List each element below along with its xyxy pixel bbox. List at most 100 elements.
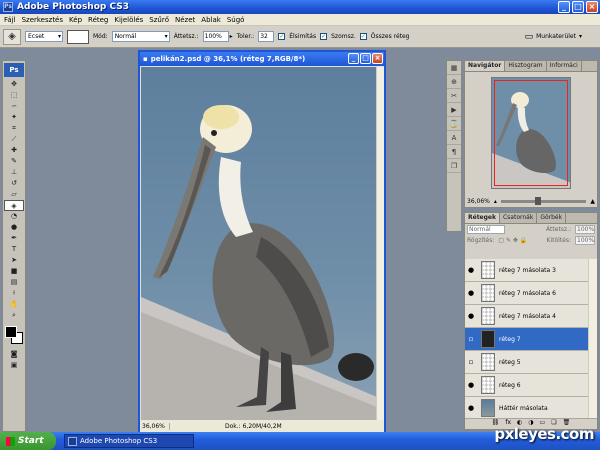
- maximize-button[interactable]: □: [572, 1, 584, 13]
- workspace-icon: ▭: [524, 31, 534, 42]
- tab-navigator[interactable]: Navigátor: [465, 61, 506, 71]
- dodge-tool-icon[interactable]: ●: [4, 222, 24, 233]
- doc-close-button[interactable]: ×: [372, 53, 383, 64]
- tool-presets-icon[interactable]: ✂: [447, 89, 461, 103]
- eye-icon[interactable]: ●: [465, 404, 477, 412]
- tab-histogram[interactable]: Hisztogram: [505, 61, 547, 71]
- brush-tool-icon[interactable]: ✎: [4, 156, 24, 167]
- minimize-button[interactable]: _: [558, 1, 570, 13]
- hand-tool-icon[interactable]: ✋: [4, 299, 24, 310]
- doc-maximize-button[interactable]: □: [360, 53, 371, 64]
- notes-tool-icon[interactable]: ▤: [4, 277, 24, 288]
- layer-row[interactable]: ● réteg 7 másolata 3: [465, 259, 589, 282]
- preset-dropdown[interactable]: Ecset: [25, 31, 63, 42]
- start-button[interactable]: Start: [0, 432, 56, 450]
- workspace-switcher[interactable]: ▭ Munkaterület ▾: [525, 32, 582, 42]
- mode-dropdown[interactable]: Normál: [111, 31, 170, 42]
- navigator-view-box[interactable]: [494, 80, 568, 186]
- clone-stamp-tool-icon[interactable]: ⊥: [4, 167, 24, 178]
- character-icon[interactable]: A: [447, 131, 461, 145]
- eye-icon[interactable]: ●: [465, 312, 477, 320]
- tab-layers[interactable]: Rétegek: [465, 213, 500, 223]
- eye-hidden-icon[interactable]: ▫: [465, 335, 477, 343]
- menu-edit[interactable]: Szerkesztés: [22, 16, 63, 24]
- menu-image[interactable]: Kép: [69, 16, 82, 24]
- zoom-out-icon[interactable]: ▴: [494, 198, 497, 205]
- tab-info[interactable]: Informáci: [547, 61, 582, 71]
- paint-bucket-tool-icon[interactable]: ◈: [3, 28, 21, 45]
- history-icon[interactable]: ⌛: [447, 117, 461, 131]
- antialias-checkbox[interactable]: ✓: [278, 33, 286, 40]
- navigator-zoom-slider[interactable]: [500, 197, 587, 205]
- healing-brush-tool-icon[interactable]: ✚: [4, 145, 24, 156]
- actions-icon[interactable]: ▶: [447, 103, 461, 117]
- shape-tool-icon[interactable]: ■: [4, 266, 24, 277]
- menu-help[interactable]: Súgó: [227, 16, 245, 24]
- contiguous-checkbox[interactable]: ✓: [320, 33, 328, 40]
- document-vertical-scrollbar[interactable]: [376, 67, 384, 420]
- photoshop-task-icon: [68, 436, 77, 446]
- menu-view[interactable]: Nézet: [175, 16, 195, 24]
- brushes-panel-icon[interactable]: ▦: [447, 61, 461, 75]
- zoom-in-icon[interactable]: ▲: [590, 198, 595, 205]
- fill-source-swatch[interactable]: [67, 29, 89, 44]
- eye-icon[interactable]: ●: [465, 266, 477, 274]
- layer-row-selected[interactable]: ▫ réteg 7: [465, 328, 589, 351]
- eyedropper-tool-icon[interactable]: ⟊: [4, 288, 24, 299]
- collapsed-panel-dock: ▦ ⊕ ✂ ▶ ⌛ A ¶ ❐: [446, 60, 462, 232]
- menu-layer[interactable]: Réteg: [88, 16, 108, 24]
- layer-row[interactable]: ▫ réteg 5: [465, 351, 589, 374]
- lock-icons[interactable]: ▢ ✎ ✥ 🔒: [498, 237, 527, 244]
- eye-icon[interactable]: ●: [465, 289, 477, 297]
- paint-bucket-tool-icon[interactable]: ◈: [4, 200, 24, 211]
- tab-curves[interactable]: Görbék: [537, 213, 567, 223]
- clone-source-icon[interactable]: ⊕: [447, 75, 461, 89]
- opacity-arrow-icon[interactable]: ▸: [230, 33, 233, 40]
- taskbar-item-photoshop[interactable]: Adobe Photoshop CS3: [64, 434, 194, 448]
- path-selection-tool-icon[interactable]: ➤: [4, 255, 24, 266]
- tab-channels[interactable]: Csatornák: [500, 213, 538, 223]
- eye-icon[interactable]: ●: [465, 381, 477, 389]
- layer-row[interactable]: ● réteg 7 másolata 6: [465, 282, 589, 305]
- eraser-tool-icon[interactable]: ▱: [4, 189, 24, 200]
- all-layers-checkbox[interactable]: ✓: [359, 33, 367, 40]
- document-zoom[interactable]: 36,06%: [140, 422, 170, 430]
- quick-mask-icon[interactable]: ◙: [4, 349, 24, 360]
- pen-tool-icon[interactable]: ✒: [4, 233, 24, 244]
- opacity-input[interactable]: 100%: [202, 31, 229, 42]
- paragraph-icon[interactable]: ¶: [447, 145, 461, 159]
- image-canvas[interactable]: [141, 67, 377, 420]
- screen-mode-icon[interactable]: ▣: [4, 360, 24, 371]
- layer-opacity-input[interactable]: 100%: [575, 225, 595, 234]
- slice-tool-icon[interactable]: ⟋: [4, 134, 24, 145]
- type-tool-icon[interactable]: T: [4, 244, 24, 255]
- move-tool-icon[interactable]: ✥: [4, 79, 24, 90]
- layer-row[interactable]: ● réteg 7 másolata 4: [465, 305, 589, 328]
- menu-window[interactable]: Ablak: [201, 16, 221, 24]
- history-brush-tool-icon[interactable]: ↺: [4, 178, 24, 189]
- doc-minimize-button[interactable]: _: [348, 53, 359, 64]
- layer-row[interactable]: ● réteg 6: [465, 374, 589, 397]
- tolerance-input[interactable]: 32: [258, 31, 275, 42]
- color-swatches[interactable]: [4, 325, 24, 345]
- menu-select[interactable]: Kijelölés: [114, 16, 143, 24]
- lasso-tool-icon[interactable]: ∽: [4, 101, 24, 112]
- menu-filter[interactable]: Szűrő: [149, 16, 169, 24]
- blend-mode-dropdown[interactable]: Normál: [467, 225, 505, 234]
- close-button[interactable]: ×: [586, 1, 598, 13]
- layer-comps-icon[interactable]: ❐: [447, 159, 461, 173]
- menu-file[interactable]: Fájl: [4, 16, 16, 24]
- crop-tool-icon[interactable]: ⌗: [4, 123, 24, 134]
- zoom-slider-handle[interactable]: [535, 197, 542, 205]
- layer-row[interactable]: ● Háttér másolata: [465, 397, 589, 420]
- blur-tool-icon[interactable]: ◔: [4, 211, 24, 222]
- navigator-zoom-value[interactable]: 36,06%: [467, 198, 490, 205]
- layers-scrollbar[interactable]: [588, 259, 597, 419]
- marquee-tool-icon[interactable]: ⬚: [4, 90, 24, 101]
- magic-wand-tool-icon[interactable]: ✦: [4, 112, 24, 123]
- foreground-color-swatch[interactable]: [5, 326, 17, 338]
- eye-hidden-icon[interactable]: ▫: [465, 358, 477, 366]
- fill-input[interactable]: 100%: [575, 236, 595, 245]
- zoom-tool-icon[interactable]: ⌕: [4, 310, 24, 321]
- document-title-bar[interactable]: ▪ pelikán2.psd @ 36,1% (réteg 7,RGB/8*) …: [140, 52, 384, 66]
